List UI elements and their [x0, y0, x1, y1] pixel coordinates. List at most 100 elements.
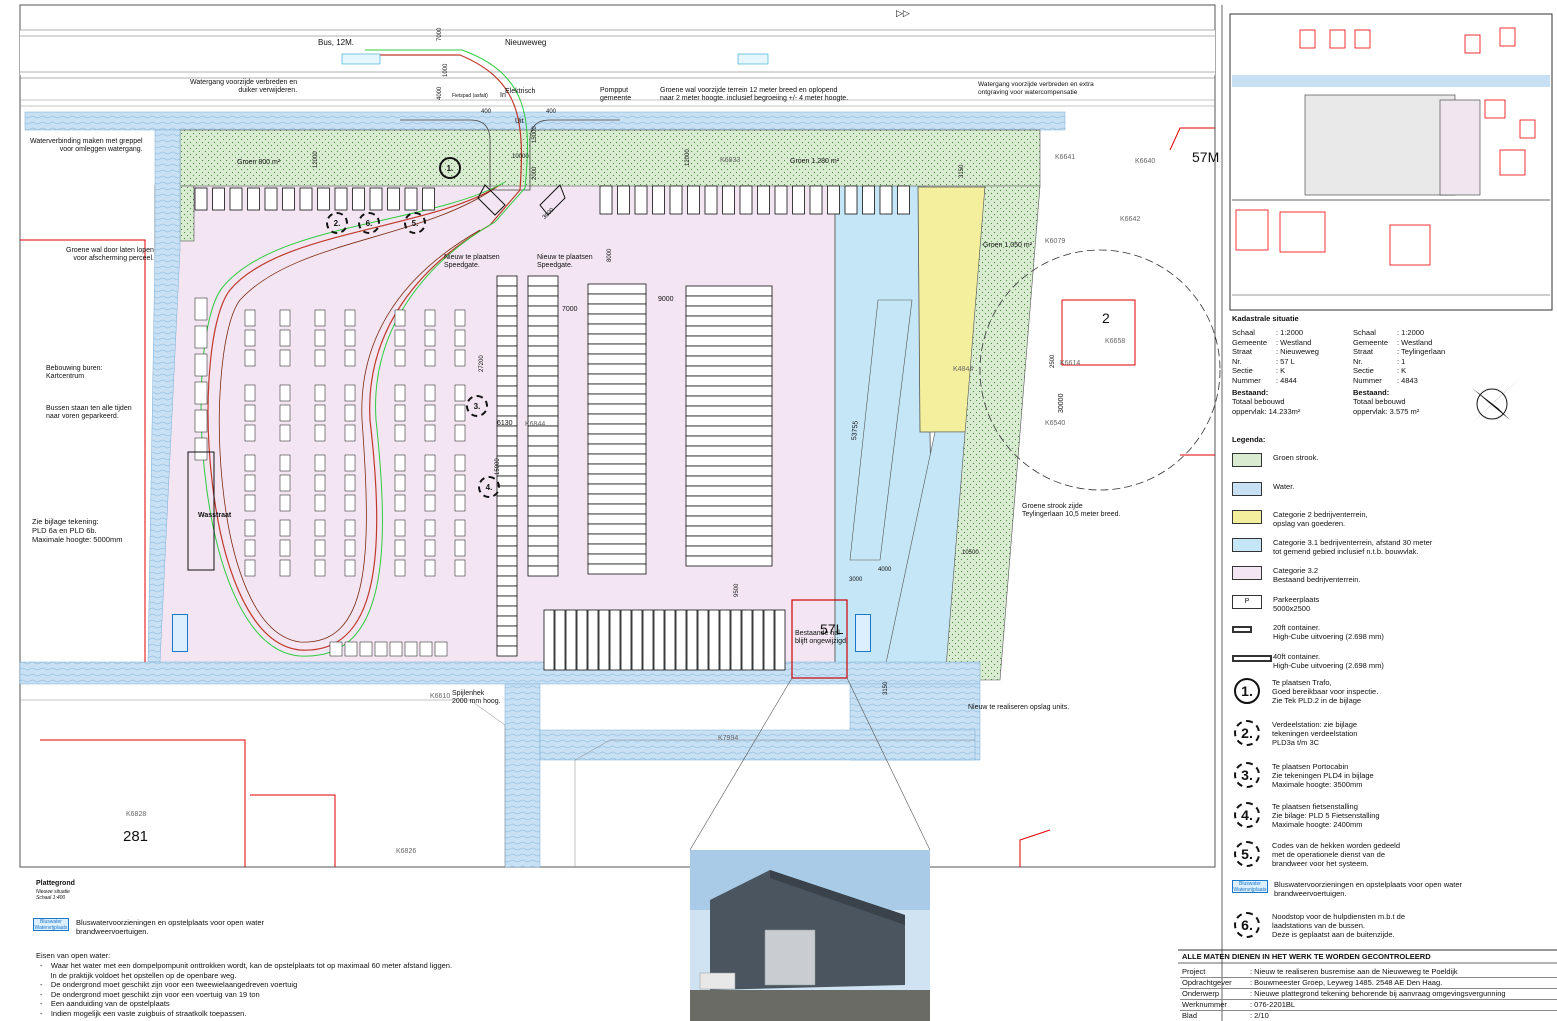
lot-57M: 57M — [1192, 149, 1220, 165]
legend-text: Groen strook. — [1273, 453, 1319, 462]
marker-num: 3. — [1241, 767, 1253, 783]
dim-4000b: 4000 — [878, 567, 892, 573]
container-front — [634, 185, 648, 215]
container-col2 — [587, 483, 647, 495]
bluswater-badge-left — [172, 614, 188, 652]
container-vertical — [496, 445, 518, 457]
bus-parking-bay — [314, 519, 326, 537]
kad-row: Straat: Teylingerlaan — [1353, 347, 1445, 357]
container-bottom — [719, 609, 731, 671]
container-bottom — [774, 609, 786, 671]
kadastrale-title: Kadastrale situatie — [1232, 314, 1299, 323]
container-vertical — [496, 375, 518, 387]
eisen-item: - Waar het water met een dompelpompunit … — [40, 961, 453, 970]
bus-parking-bay — [194, 381, 208, 405]
dim-12000b: 12000 — [685, 149, 691, 166]
container-col2 — [587, 323, 647, 335]
bus-parking-bay — [424, 494, 436, 512]
container-col1 — [527, 315, 559, 327]
container-front — [352, 187, 365, 211]
container-col1 — [527, 355, 559, 367]
bussen-label: Bussen staan ten alle tijden naar voren … — [46, 405, 132, 420]
plattegrond-sub2: Schaal 1:400 — [36, 895, 66, 901]
info-key: Opdrachtgever — [1182, 978, 1232, 987]
container-col3 — [685, 385, 773, 397]
dim-4000: 4000 — [437, 86, 443, 100]
container-col3 — [685, 345, 773, 357]
container-front — [599, 185, 613, 215]
container-front — [844, 185, 858, 215]
photo-leader-1 — [689, 677, 793, 851]
bus-parking-bay — [279, 519, 291, 537]
kad-key: Straat — [1353, 347, 1374, 357]
bus-parking-bay — [424, 519, 436, 537]
bus-parking-bay — [194, 437, 208, 461]
bluswater-badge-text: Bluswater Watervrijplaats — [1233, 881, 1267, 893]
bus-parking-bay — [279, 559, 291, 577]
container-bottom — [653, 609, 665, 671]
container-vertical — [496, 435, 518, 447]
kad-totaal: Totaal bebouwd oppervlak: 3.575 m² — [1353, 397, 1420, 416]
watergang-left-label: Watergang voorzijde verbreden en duiker … — [190, 79, 298, 94]
eisen-item: - Indien mogelijk een vaste zuigbuis of … — [40, 1008, 247, 1018]
container-bottom — [609, 609, 621, 671]
kad-val: : 57 L — [1276, 356, 1295, 366]
container-bottom — [598, 609, 610, 671]
green-left — [179, 185, 195, 242]
bus-label: Bus, 12M. — [318, 38, 355, 47]
legend-text: Bluswatervoorzieningen en opstelplaats v… — [1274, 880, 1463, 898]
kad-key: Schaal — [1232, 328, 1255, 337]
container-front — [669, 185, 683, 215]
dim-27200: 27200 — [479, 355, 485, 372]
bus-parking-bay — [424, 309, 436, 327]
container-vertical — [496, 515, 518, 527]
legend-swatch-cat2 — [1232, 510, 1262, 524]
legend-item-cat32: Categorie 3.2 Bestaand bedrijventerrein. — [1232, 566, 1361, 584]
info-val: : Nieuw te realiseren busremise aan de N… — [1250, 967, 1458, 976]
container-col1 — [527, 295, 559, 307]
container-vertical — [496, 305, 518, 317]
bus-parking-bay — [454, 349, 466, 367]
bus-parking-bay — [454, 494, 466, 512]
kad-key: Sectie — [1353, 366, 1374, 376]
dim-3000b: 3000 — [849, 577, 863, 583]
eisen-item-text: In de praktijk voldoet het opstellen op … — [50, 970, 237, 980]
legend-swatch-parking: P — [1232, 595, 1262, 609]
kad-key: Nummer — [1353, 375, 1382, 385]
bijlage-label: Zie bijlage tekening: PLD 6a en PLD 6b. … — [32, 517, 123, 544]
info-val: : 076-2201BL — [1250, 1000, 1296, 1009]
container-col1 — [527, 525, 559, 537]
eisen-item-text: Indien mogelijk een vaste zuigbuis of st… — [50, 1008, 247, 1018]
dim-1000: 1000 — [443, 63, 449, 77]
container-col1 — [527, 375, 559, 387]
bus-parking-bay — [344, 329, 356, 347]
container-front — [704, 185, 718, 215]
container-front — [722, 185, 735, 215]
containers-column-3 — [685, 285, 773, 567]
bus-parking-bay — [279, 454, 291, 472]
container-front — [757, 185, 770, 215]
bus-parking-bay — [279, 349, 291, 367]
legend-swatch-cat32 — [1232, 566, 1262, 580]
bluswater-bottom-text: Bluswatervoorzieningen en opstelplaats v… — [76, 918, 265, 936]
container-front — [792, 185, 805, 215]
container-col1 — [527, 325, 559, 337]
container-col2 — [587, 513, 647, 525]
legend-text: Water. — [1273, 482, 1295, 491]
bebouwing-label: Bebouwing buren: Kartcentrum — [46, 365, 103, 380]
legend-text: Noodstop voor de hulpdiensten m.b.t de l… — [1272, 912, 1406, 939]
bus-parking-bay — [344, 559, 356, 577]
legend-bluswater: Bluswater Watervrijplaats Bluswatervoorz… — [1232, 880, 1462, 898]
container-col3 — [685, 485, 773, 497]
dim-10000: 10000 — [512, 154, 529, 160]
container-col2 — [587, 533, 647, 545]
info-val: : Bouwmeester Groep, Leyweg 1485. 2548 A… — [1250, 978, 1443, 987]
container-vertical — [496, 525, 518, 537]
bus-parking-bay — [454, 384, 466, 402]
container-col3 — [685, 335, 773, 347]
container-col2 — [587, 503, 647, 515]
marker-3-plan: 3. — [466, 395, 488, 417]
container-bottom — [631, 609, 643, 671]
legend-swatch-groen — [1232, 453, 1262, 467]
container-col3 — [685, 295, 773, 307]
